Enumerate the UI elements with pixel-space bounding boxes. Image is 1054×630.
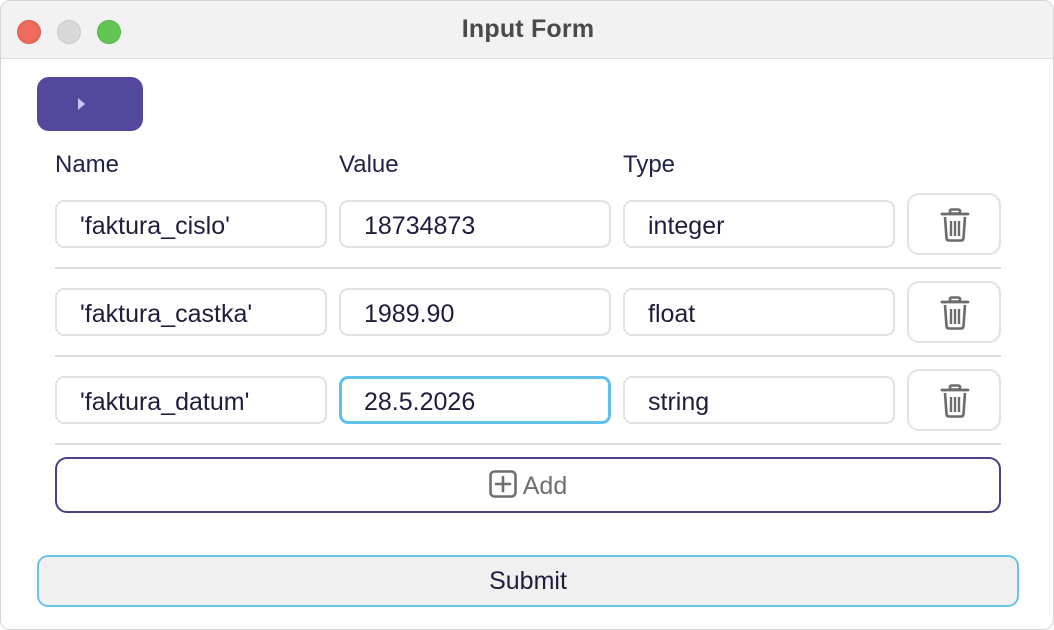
delete-row-1-button[interactable]: [907, 193, 1001, 255]
add-button-label: Add: [522, 472, 568, 500]
delete-row-3-button[interactable]: [907, 369, 1001, 431]
plus-square-icon: [488, 470, 517, 498]
value-field-row-1[interactable]: 18734873: [339, 200, 611, 248]
column-header-name: Name: [55, 151, 120, 178]
window-title: Input Form: [461, 15, 595, 43]
toggle-panel-button[interactable]: [37, 77, 143, 131]
delete-row-2-button[interactable]: [907, 281, 1001, 343]
row-divider: [55, 267, 1001, 269]
add-row-button[interactable]: Add: [55, 457, 1001, 513]
name-field-row-3[interactable]: 'faktura_datum': [55, 376, 327, 424]
name-field-row-2[interactable]: 'faktura_castka': [55, 288, 327, 336]
type-field-row-2[interactable]: float: [623, 288, 895, 336]
value-field-row-2[interactable]: 1989.90: [339, 288, 611, 336]
row-divider: [55, 443, 1001, 445]
column-header-type: Type: [623, 151, 676, 178]
row-divider: [55, 355, 1001, 357]
type-field-row-1[interactable]: integer: [623, 200, 895, 248]
name-field-row-1[interactable]: 'faktura_cislo': [55, 200, 327, 248]
input-form-window: Input Form Name Value Type 'faktura_cisl…: [0, 0, 1054, 630]
value-field-row-3[interactable]: 28.5.2026: [339, 376, 611, 424]
add-button-content: Add: [488, 470, 568, 501]
column-header-value: Value: [339, 151, 399, 178]
trash-icon: [940, 296, 970, 330]
trash-icon: [940, 384, 970, 418]
title-bar: Input Form: [1, 1, 1053, 59]
trash-icon: [940, 208, 970, 242]
submit-button[interactable]: Submit: [37, 555, 1019, 607]
caret-right-icon: [78, 98, 85, 110]
type-field-row-3[interactable]: string: [623, 376, 895, 424]
